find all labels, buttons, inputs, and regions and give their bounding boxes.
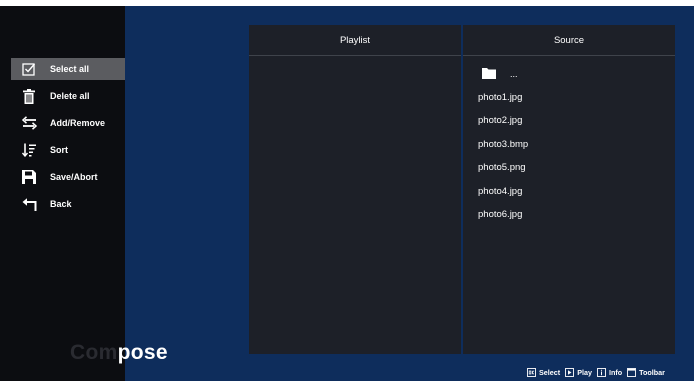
info-key-icon <box>597 367 606 377</box>
checkbox-icon <box>21 61 37 77</box>
swap-arrows-icon <box>21 115 37 131</box>
compose-screen: Select all Delete all Add/Remove Sort Sa… <box>0 0 694 381</box>
sidebar-menu: Select all Delete all Add/Remove Sort Sa… <box>11 58 125 220</box>
source-panel: Source ... photo1.jpg photo2.jpg photo3.… <box>463 25 675 354</box>
page-title-bright-part: pose <box>117 341 168 364</box>
source-file-item[interactable]: photo2.jpg <box>463 109 675 133</box>
playlist-header: Playlist <box>249 25 461 56</box>
menu-item-label: Back <box>50 199 72 209</box>
menu-item-label: Select all <box>50 64 90 74</box>
parent-folder-label: ... <box>510 68 518 79</box>
hint-toolbar: Toolbar <box>627 368 665 377</box>
source-file-item[interactable]: photo5.png <box>463 156 675 180</box>
hint-play: Play <box>565 368 592 377</box>
sidebar: Select all Delete all Add/Remove Sort Sa… <box>0 6 125 381</box>
parent-folder-item[interactable]: ... <box>463 62 675 86</box>
page-title-dim-part: Com <box>70 341 118 364</box>
ok-key-icon <box>527 367 536 377</box>
key-hint-bar: Select Play Info Toolbar <box>527 366 665 378</box>
source-file-item[interactable]: photo1.jpg <box>463 86 675 110</box>
save-icon <box>21 169 37 185</box>
hint-label: Select <box>539 367 561 377</box>
trash-icon <box>21 88 37 104</box>
folder-icon <box>482 68 496 80</box>
playlist-list[interactable] <box>249 56 461 353</box>
sort-icon <box>21 142 37 158</box>
menu-item-sort[interactable]: Sort <box>11 139 125 161</box>
menu-item-label: Delete all <box>50 91 90 101</box>
source-header: Source <box>463 25 675 56</box>
hint-label: Play <box>577 367 592 377</box>
menu-item-save-abort[interactable]: Save/Abort <box>11 166 125 188</box>
menu-item-select-all[interactable]: Select all <box>11 58 125 80</box>
hint-info: Info <box>597 368 622 377</box>
source-file-item[interactable]: photo4.jpg <box>463 180 675 204</box>
source-list: ... photo1.jpg photo2.jpg photo3.bmp pho… <box>463 56 675 227</box>
source-file-item[interactable]: photo3.bmp <box>463 133 675 157</box>
menu-item-add-remove[interactable]: Add/Remove <box>11 112 125 134</box>
back-arrow-icon <box>21 196 37 212</box>
menu-item-delete-all[interactable]: Delete all <box>11 85 125 107</box>
play-key-icon <box>565 367 575 377</box>
source-file-item[interactable]: photo6.jpg <box>463 203 675 227</box>
toolbar-key-icon <box>627 367 637 377</box>
menu-item-label: Sort <box>50 145 68 155</box>
page-title: Compose <box>70 341 168 365</box>
menu-item-back[interactable]: Back <box>11 193 125 215</box>
playlist-panel: Playlist <box>249 25 461 354</box>
menu-item-label: Save/Abort <box>50 172 98 182</box>
hint-label: Toolbar <box>639 367 665 377</box>
hint-label: Info <box>608 367 623 377</box>
menu-item-label: Add/Remove <box>50 118 106 128</box>
hint-select: Select <box>527 368 560 377</box>
